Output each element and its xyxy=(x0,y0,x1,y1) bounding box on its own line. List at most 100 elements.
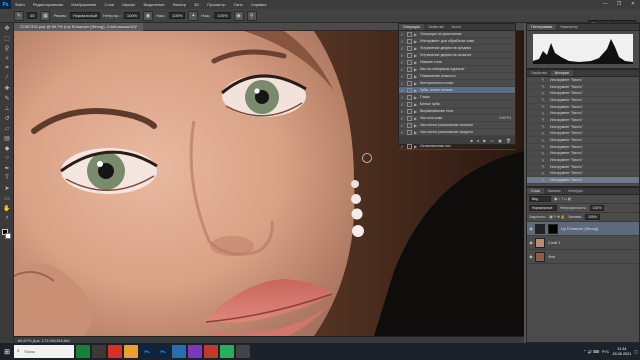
history-source-marker[interactable] xyxy=(527,177,536,183)
action-enabled-check[interactable]: ✓ xyxy=(399,116,405,121)
taskbar-app-1[interactable] xyxy=(76,345,90,358)
taskbar-app-3[interactable] xyxy=(108,345,122,358)
airbrush-icon[interactable]: ✦ xyxy=(188,10,199,21)
tray-icons[interactable]: ⌃ 🔊 ⌨ xyxy=(583,349,599,354)
action-enabled-check[interactable]: ✓ xyxy=(399,102,405,107)
eraser-tool-icon[interactable]: ▱ xyxy=(0,123,14,133)
eyedropper-tool-icon[interactable]: ⁄ xyxy=(0,73,14,83)
close-button[interactable]: ✕ xyxy=(626,0,640,9)
pen-tool-icon[interactable]: ✒ xyxy=(0,163,14,173)
menu-layers[interactable]: Слои xyxy=(101,2,119,7)
lock-icons[interactable]: ▦ ✎ ✥ 🔒 xyxy=(549,215,565,219)
gradient-tool-icon[interactable]: ▤ xyxy=(0,133,14,143)
layer-opacity-field[interactable]: 100% xyxy=(589,205,605,211)
brush-size-field[interactable]: 45 xyxy=(27,12,38,19)
history-row[interactable]: ✎ Инструмент "Кисть" xyxy=(527,124,639,131)
new-action-icon[interactable]: ▣ xyxy=(498,138,502,143)
layer-kind-filter[interactable]: Вид xyxy=(529,196,551,202)
action-dialog-toggle[interactable] xyxy=(407,80,412,86)
action-enabled-check[interactable]: ✓ xyxy=(399,95,405,100)
tab-properties-2[interactable]: Свойства xyxy=(527,70,551,76)
pressure-size-icon[interactable]: ◉ xyxy=(233,10,244,21)
tab-brush[interactable]: Кисть xyxy=(448,24,465,30)
action-row[interactable]: ✓ ▶ Как на глянцевом журнале xyxy=(399,66,515,73)
history-row[interactable]: ✎ Инструмент "Кисть" xyxy=(527,77,639,84)
history-source-marker[interactable] xyxy=(527,124,536,130)
history-row[interactable]: ✎ Инструмент "Кисть" xyxy=(527,171,639,178)
path-select-tool-icon[interactable]: ➤ xyxy=(0,183,14,193)
taskbar-app-11[interactable] xyxy=(236,345,250,358)
lasso-tool-icon[interactable]: ϱ xyxy=(0,43,14,53)
history-source-marker[interactable] xyxy=(527,150,536,156)
history-row[interactable]: ✎ Инструмент "Кисть" xyxy=(527,84,639,91)
history-row[interactable]: ✎ Инструмент "Кисть" xyxy=(527,104,639,111)
healing-brush-tool-icon[interactable]: ✚ xyxy=(0,83,14,93)
history-row[interactable]: ✎ Инструмент "Кисть" xyxy=(527,110,639,118)
action-enabled-check[interactable]: ✓ xyxy=(399,130,405,135)
history-source-marker[interactable] xyxy=(527,90,536,96)
type-tool-icon[interactable]: T xyxy=(0,173,14,183)
notifications-icon[interactable]: ▢ xyxy=(634,349,638,354)
quick-select-tool-icon[interactable]: ✧ xyxy=(0,53,14,63)
history-source-marker[interactable] xyxy=(527,137,536,143)
history-row[interactable]: ✎ Инструмент "Кисть" xyxy=(527,164,639,171)
menu-window[interactable]: Окно xyxy=(229,2,246,7)
action-enabled-check[interactable]: ✓ xyxy=(399,39,405,44)
taskbar-app-7[interactable] xyxy=(172,345,186,358)
new-set-icon[interactable]: ▭ xyxy=(490,138,494,143)
layer-row[interactable]: ◉ Слой 1 xyxy=(527,236,639,250)
action-row[interactable]: ✓ ▶ Остановочная поч xyxy=(399,143,515,150)
action-row[interactable]: ✓ ▶ Белые зубы xyxy=(399,101,515,108)
hand-tool-icon[interactable]: ✋ xyxy=(0,203,14,213)
windows-start-icon[interactable]: ⊞ xyxy=(0,343,14,360)
shape-tool-icon[interactable]: ▭ xyxy=(0,193,14,203)
action-dialog-toggle[interactable] xyxy=(407,94,412,100)
action-enabled-check[interactable]: ✓ xyxy=(399,53,405,58)
action-dialog-toggle[interactable] xyxy=(407,129,412,135)
action-row[interactable]: ✓ ▶ Губы, очень сильно xyxy=(399,87,515,94)
history-row[interactable]: ✎ Инструмент "Кисть" xyxy=(527,144,639,151)
history-source-marker[interactable] xyxy=(527,170,536,176)
stop-icon[interactable]: ■ xyxy=(470,138,472,143)
history-row[interactable]: ✎ Инструмент "Кисть" xyxy=(527,157,639,164)
clone-stamp-tool-icon[interactable]: ⊥ xyxy=(0,103,14,113)
history-row[interactable]: ✎ Инструмент "Кисть" xyxy=(527,90,639,98)
taskbar-photoshop-1[interactable]: Ps xyxy=(140,345,154,358)
menu-filter[interactable]: Фильтр xyxy=(169,2,190,7)
background-color-swatch[interactable] xyxy=(5,233,11,239)
action-dialog-toggle[interactable] xyxy=(407,59,412,65)
minimize-button[interactable]: — xyxy=(598,0,612,9)
layer-mask-thumbnail[interactable] xyxy=(548,223,558,234)
action-row[interactable]: ✓ ▶ Нижние тона xyxy=(399,59,515,66)
action-dialog-toggle[interactable] xyxy=(407,31,412,37)
flow-field[interactable]: 100% xyxy=(169,12,186,19)
history-source-marker[interactable] xyxy=(527,130,536,136)
action-row[interactable]: ✓ ▶ Частотное разложение среднее xyxy=(399,129,515,136)
action-row[interactable]: ✓ ▶ Глаза xyxy=(399,94,515,101)
tab-histogram[interactable]: Гистограмма xyxy=(527,24,557,30)
move-tool-icon[interactable]: ✥ xyxy=(0,23,14,33)
menu-edit[interactable]: Редактирование xyxy=(29,2,67,7)
history-row[interactable]: ✎ Инструмент "Кисть" xyxy=(527,177,639,184)
action-enabled-check[interactable]: ✓ xyxy=(399,88,405,93)
history-row[interactable]: ✎ Инструмент "Кисть" xyxy=(527,131,639,138)
action-enabled-check[interactable]: ✓ xyxy=(399,32,405,37)
taskbar-app-8[interactable] xyxy=(188,345,202,358)
history-source-marker[interactable] xyxy=(527,104,536,110)
history-row[interactable]: ✎ Инструмент "Кисть" xyxy=(527,151,639,158)
action-enabled-check[interactable]: ✓ xyxy=(399,81,405,86)
action-dialog-toggle[interactable] xyxy=(407,122,412,128)
history-source-marker[interactable] xyxy=(527,110,536,116)
action-dialog-toggle[interactable] xyxy=(407,66,412,72)
history-source-marker[interactable] xyxy=(527,84,536,90)
action-dialog-toggle[interactable] xyxy=(407,87,412,93)
action-enabled-check[interactable]: ✓ xyxy=(399,74,405,79)
maximize-button[interactable]: ❐ xyxy=(612,0,626,9)
dodge-tool-icon[interactable]: ○ xyxy=(0,153,14,163)
history-row[interactable]: ✎ Инструмент "Кисть" xyxy=(527,97,639,104)
eye-icon[interactable]: ◉ xyxy=(527,240,535,245)
action-dialog-toggle[interactable] xyxy=(407,101,412,107)
play-icon[interactable]: ▶ xyxy=(483,138,486,143)
tab-properties[interactable]: Свойства xyxy=(424,24,448,30)
taskbar-app-9[interactable] xyxy=(204,345,218,358)
